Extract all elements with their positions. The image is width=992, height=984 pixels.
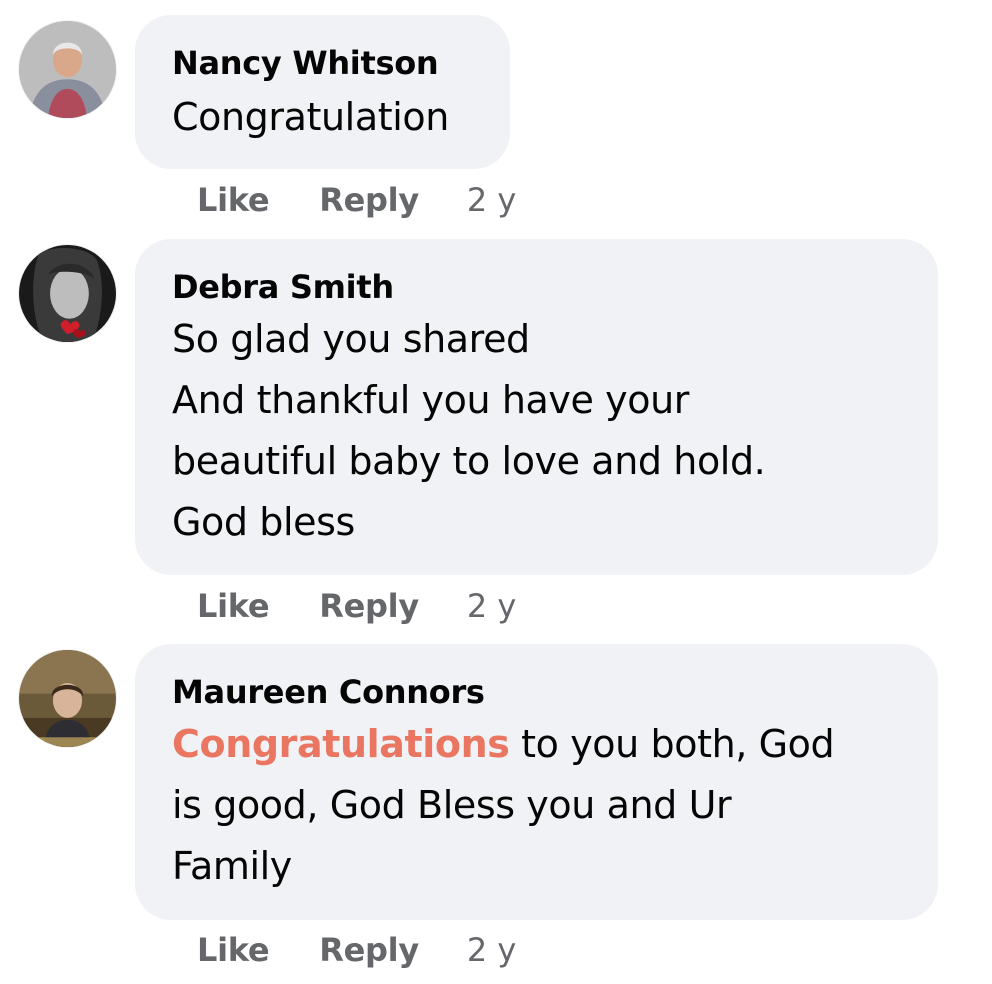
comment-timestamp[interactable]: 2 y: [467, 181, 516, 219]
congratulations-mention[interactable]: Congratulations: [172, 722, 510, 766]
avatar-photo: [19, 21, 116, 118]
avatar-photo: [19, 245, 116, 342]
avatar[interactable]: [19, 21, 116, 118]
avatar[interactable]: [19, 245, 116, 342]
comment-bubble: Debra Smith So glad you shared And thank…: [135, 239, 938, 575]
comment-actions: Like Reply 2 y: [197, 176, 516, 224]
comment-timestamp[interactable]: 2 y: [467, 931, 516, 969]
comment-author[interactable]: Debra Smith: [172, 265, 902, 309]
comment-actions: Like Reply 2 y: [197, 926, 516, 974]
comment-bubble: Maureen Connors Congratulations to you b…: [135, 644, 938, 920]
reply-button[interactable]: Reply: [319, 181, 419, 219]
comment-author[interactable]: Maureen Connors: [172, 670, 902, 714]
comment-timestamp[interactable]: 2 y: [467, 587, 516, 625]
comment-text: Congratulations to you both, God is good…: [172, 714, 902, 897]
avatar-photo: [19, 650, 116, 747]
comment-actions: Like Reply 2 y: [197, 582, 516, 630]
reply-button[interactable]: Reply: [319, 587, 419, 625]
avatar[interactable]: [19, 650, 116, 747]
like-button[interactable]: Like: [197, 587, 270, 625]
comment-text: Congratulation: [172, 95, 449, 139]
like-button[interactable]: Like: [197, 181, 270, 219]
comment-text: So glad you shared And thankful you have…: [172, 317, 766, 544]
like-button[interactable]: Like: [197, 931, 270, 969]
comment-author[interactable]: Nancy Whitson: [172, 41, 474, 85]
comment-bubble: Nancy Whitson Congratulation: [135, 15, 510, 169]
reply-button[interactable]: Reply: [319, 931, 419, 969]
